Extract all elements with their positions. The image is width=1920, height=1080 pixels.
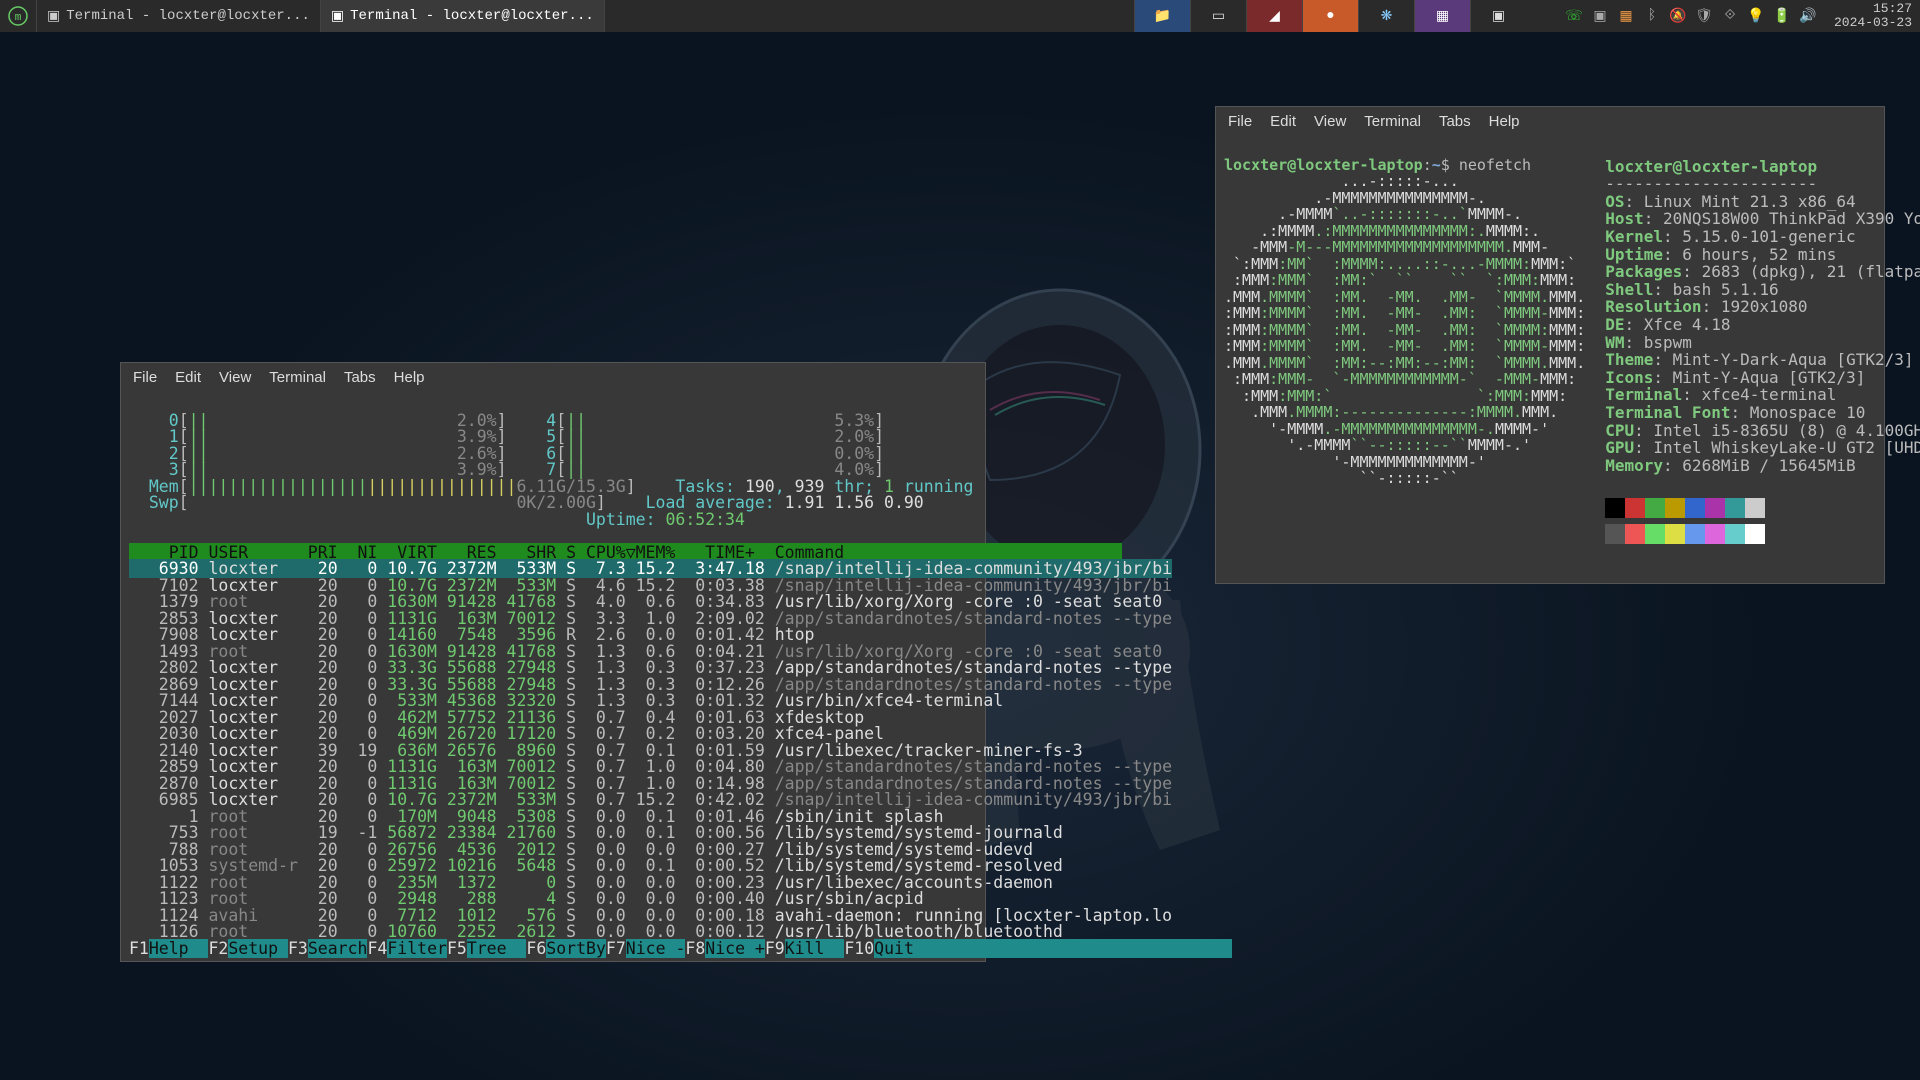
notification-icon[interactable]: 🔕 xyxy=(1668,6,1688,26)
menu-edit[interactable]: Edit xyxy=(175,369,201,386)
bluetooth-icon[interactable]: ᛒ xyxy=(1642,6,1662,26)
neofetch-ascii-logo: locxter@locxter-laptop:~$ neofetch ...-:… xyxy=(1224,140,1585,579)
taskbar-window-2[interactable]: ▣Terminal - locxter@locxter... xyxy=(321,0,605,32)
terminal-menubar: File Edit View Terminal Tabs Help xyxy=(1216,107,1884,136)
menu-help[interactable]: Help xyxy=(1489,113,1520,130)
taskbar-app-3[interactable]: ◢ xyxy=(1246,0,1302,32)
neofetch-output: locxter@locxter-laptop:~$ neofetch ...-:… xyxy=(1216,136,1884,583)
taskbar-app-1[interactable]: 📁 xyxy=(1134,0,1190,32)
menu-file[interactable]: File xyxy=(133,369,157,386)
svg-text:m: m xyxy=(15,12,22,24)
clock-date: 2024-03-23 xyxy=(1834,16,1912,30)
shield-icon[interactable]: 🛡 xyxy=(1694,6,1714,26)
menu-help[interactable]: Help xyxy=(394,369,425,386)
menu-tabs[interactable]: Tabs xyxy=(1439,113,1471,130)
taskbar-window-1[interactable]: ▣Terminal - locxter@locxter... xyxy=(37,0,321,32)
taskbar-app-7[interactable]: ▣ xyxy=(1470,0,1526,32)
workspaces-icon[interactable]: ▦ xyxy=(1616,6,1636,26)
menu-view[interactable]: View xyxy=(1314,113,1346,130)
htop-output: 0[|| 2.0%] 4[|| 5.3%] 1[|| 3.9%] 5[|| 2.… xyxy=(121,392,985,961)
htop-terminal-window[interactable]: File Edit View Terminal Tabs Help 0[|| 2… xyxy=(120,362,986,962)
menu-tabs[interactable]: Tabs xyxy=(344,369,376,386)
system-tray: ☏ ▣ ▦ ᛒ 🔕 🛡 ⟐ 💡 🔋 🔊 xyxy=(1556,6,1826,26)
menu-file[interactable]: File xyxy=(1228,113,1252,130)
menu-terminal[interactable]: Terminal xyxy=(269,369,326,386)
menu-terminal[interactable]: Terminal xyxy=(1364,113,1421,130)
menu-view[interactable]: View xyxy=(219,369,251,386)
taskbar-app-4[interactable]: ● xyxy=(1302,0,1358,32)
taskbar-window-label: Terminal - locxter@locxter... xyxy=(66,8,310,24)
menu-edit[interactable]: Edit xyxy=(1270,113,1296,130)
tray-icon-2[interactable]: ▣ xyxy=(1590,6,1610,26)
neofetch-terminal-window[interactable]: File Edit View Terminal Tabs Help locxte… xyxy=(1215,106,1885,584)
terminal-menubar: File Edit View Terminal Tabs Help xyxy=(121,363,985,392)
bulb-icon[interactable]: 💡 xyxy=(1746,6,1766,26)
battery-icon[interactable]: 🔋 xyxy=(1772,6,1792,26)
whatsapp-tray-icon[interactable]: ☏ xyxy=(1564,6,1584,26)
neofetch-info: locxter@locxter-laptop -----------------… xyxy=(1605,140,1920,579)
clock[interactable]: 15:27 2024-03-23 xyxy=(1826,2,1920,31)
taskbar-app-5[interactable]: ❋ xyxy=(1358,0,1414,32)
taskbar: m ▣Terminal - locxter@locxter... ▣Termin… xyxy=(0,0,1920,32)
mint-menu-button[interactable]: m xyxy=(0,0,37,32)
clock-time: 15:27 xyxy=(1834,2,1912,16)
taskbar-window-label: Terminal - locxter@locxter... xyxy=(350,8,594,24)
taskbar-app-2[interactable]: ▭ xyxy=(1190,0,1246,32)
volume-icon[interactable]: 🔊 xyxy=(1798,6,1818,26)
taskbar-app-6[interactable]: ▦ xyxy=(1414,0,1470,32)
wifi-icon[interactable]: ⟐ xyxy=(1720,6,1740,26)
